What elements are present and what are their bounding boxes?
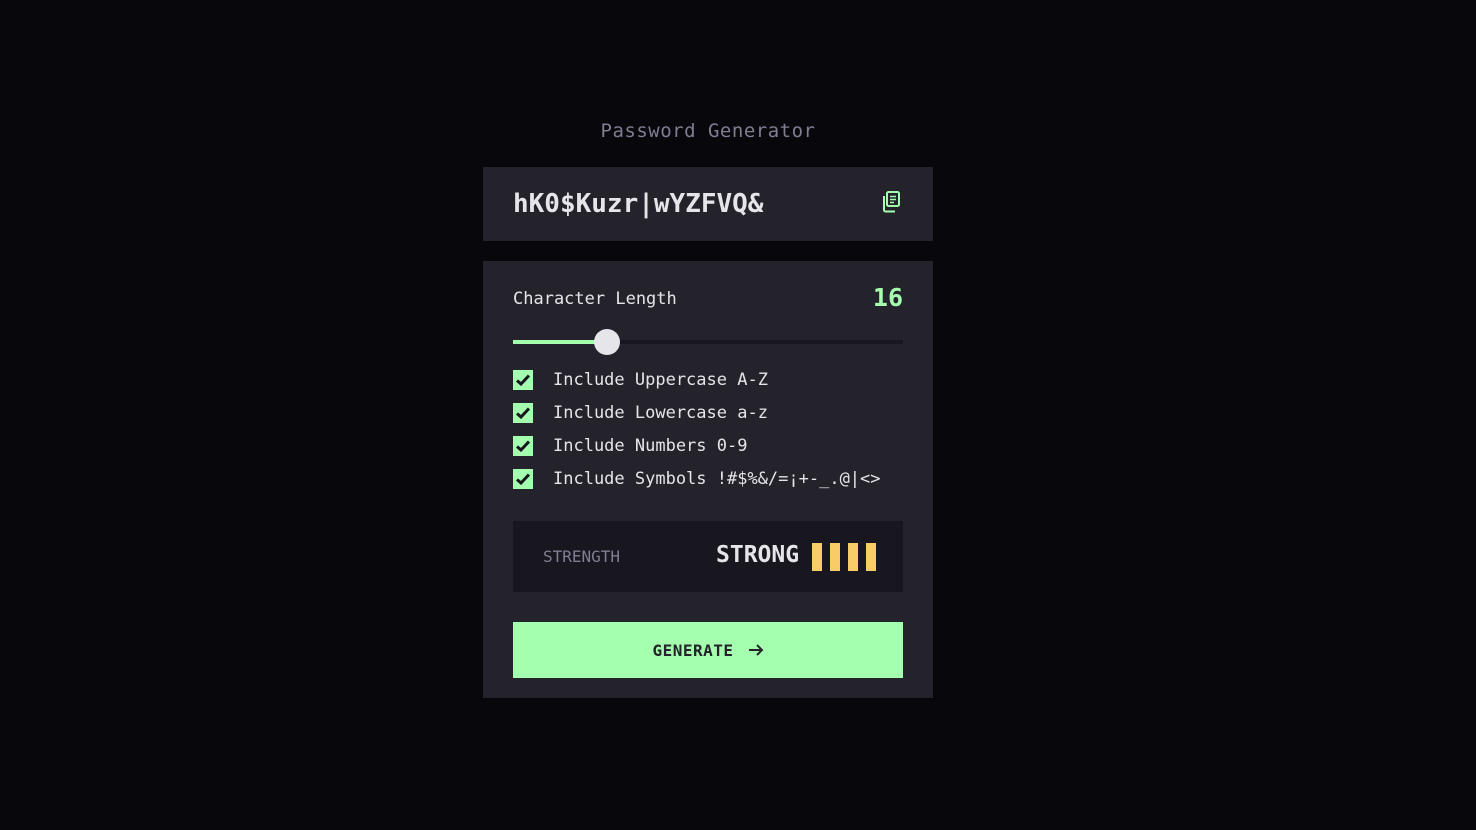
generate-label: GENERATE xyxy=(652,640,734,660)
strength-bar xyxy=(830,543,840,571)
generate-button[interactable]: GENERATE xyxy=(513,622,903,678)
option-label: Include Symbols !#$%&/=¡+-_.@|<> xyxy=(553,469,881,489)
strength-bar xyxy=(848,543,858,571)
password-display: hK0$Kuzr|wYZFVQ& xyxy=(483,167,933,241)
settings-panel: Character Length 16 Include Uppercase A-… xyxy=(483,261,933,698)
check-icon xyxy=(516,473,530,485)
strength-value: STRONG xyxy=(716,542,800,568)
checkbox-numbers[interactable] xyxy=(513,436,533,456)
option-label: Include Lowercase a-z xyxy=(553,403,768,423)
password-text: hK0$Kuzr|wYZFVQ& xyxy=(513,189,764,219)
app-title: Password Generator xyxy=(600,120,816,142)
arrow-right-icon xyxy=(748,644,763,656)
checkbox-symbols[interactable] xyxy=(513,469,533,489)
character-length-label: Character Length xyxy=(513,289,677,309)
strength-bars xyxy=(812,543,884,571)
strength-bar xyxy=(812,543,822,571)
option-label: Include Numbers 0-9 xyxy=(553,436,748,456)
checkbox-uppercase[interactable] xyxy=(513,370,533,390)
option-uppercase[interactable]: Include Uppercase A-Z xyxy=(513,370,881,390)
check-icon xyxy=(516,407,530,419)
check-icon xyxy=(516,374,530,386)
strength-bar xyxy=(866,543,876,571)
checkbox-lowercase[interactable] xyxy=(513,403,533,423)
slider-thumb[interactable] xyxy=(593,329,620,355)
slider-fill xyxy=(513,340,607,344)
length-slider[interactable] xyxy=(513,329,903,355)
strength-meter: STRENGTH STRONG xyxy=(513,521,903,592)
check-icon xyxy=(516,440,530,452)
option-numbers[interactable]: Include Numbers 0-9 xyxy=(513,436,881,456)
character-length-value: 16 xyxy=(872,283,903,312)
options-list: Include Uppercase A-Z Include Lowercase … xyxy=(513,370,881,502)
strength-label: STRENGTH xyxy=(543,547,621,566)
copy-icon[interactable] xyxy=(880,190,902,214)
option-lowercase[interactable]: Include Lowercase a-z xyxy=(513,403,881,423)
option-label: Include Uppercase A-Z xyxy=(553,370,768,390)
option-symbols[interactable]: Include Symbols !#$%&/=¡+-_.@|<> xyxy=(513,469,881,489)
